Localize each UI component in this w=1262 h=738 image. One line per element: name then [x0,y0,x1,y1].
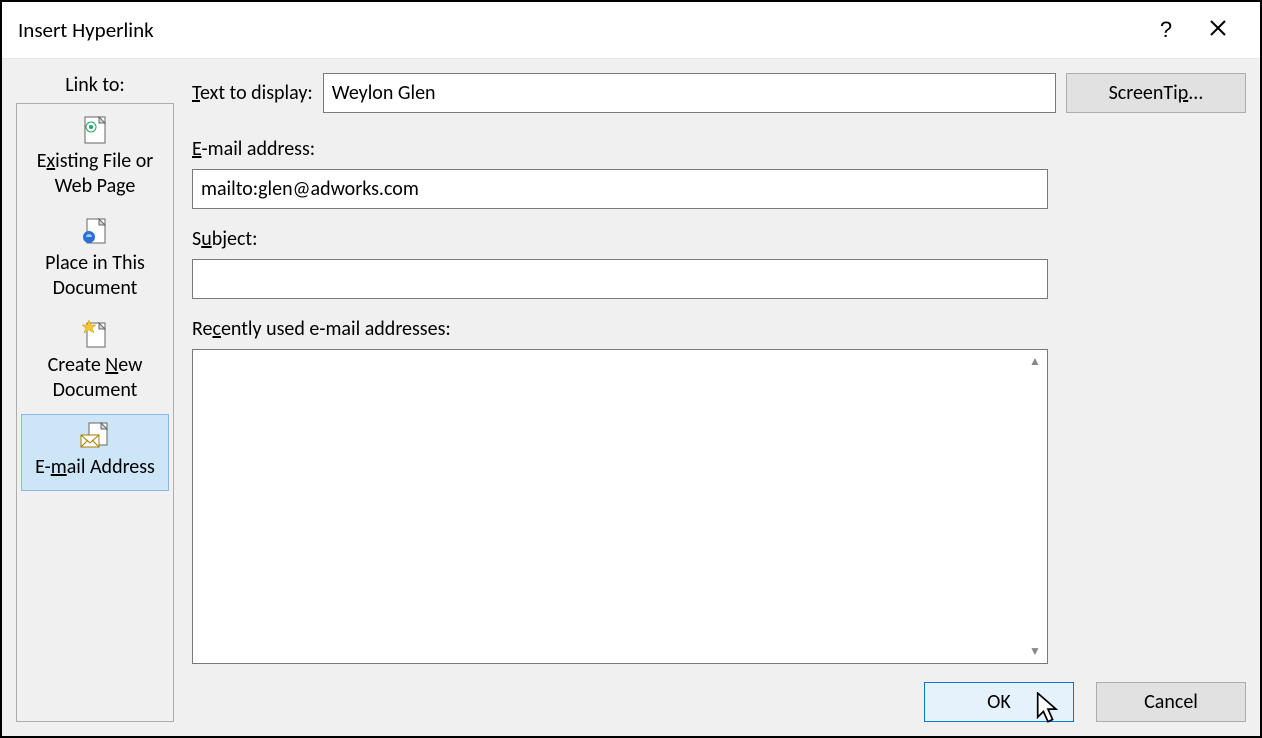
email-address-label: E-mail address: [192,137,1048,161]
right-side-spacer [1066,137,1246,664]
linkto-email-address[interactable]: E-mail Address [21,414,169,491]
email-address-input[interactable] [192,169,1048,209]
scroll-down-icon: ▼ [1029,644,1041,659]
create-new-icon [28,319,162,349]
existing-file-icon [28,115,162,145]
window-title: Insert Hyperlink [18,17,1140,43]
main-panel: Text to display: ScreenTip... E-mail add… [192,73,1246,722]
linkto-label: E-mail Address [28,455,162,480]
subject-input[interactable] [192,259,1048,299]
linkto-list: Existing File or Web Page [16,103,174,722]
linkto-header: Link to: [16,73,174,97]
close-button[interactable] [1192,10,1244,50]
linkto-existing-file[interactable]: Existing File or Web Page [21,108,169,210]
place-in-doc-icon [28,217,162,247]
help-button[interactable]: ? [1140,10,1192,50]
subject-label: Subject: [192,227,1048,251]
email-address-group: E-mail address: [192,137,1048,209]
ok-button[interactable]: OK [924,682,1074,722]
client-area: Link to: Existing File or [2,58,1260,736]
linkto-place-in-doc[interactable]: Place in This Document [21,210,169,312]
scroll-up-icon: ▲ [1029,354,1041,369]
titlebar: Insert Hyperlink ? [2,2,1260,58]
text-to-display-input[interactable] [323,73,1056,113]
text-to-display-label: Text to display: [192,81,313,105]
linkto-label: Existing File or Web Page [28,149,162,199]
dialog-footer: OK Cancel [192,664,1246,722]
linkto-label: Create New Document [28,353,162,403]
help-icon: ? [1160,17,1172,43]
recent-addresses-list[interactable]: ▲ ▼ [192,349,1048,664]
linkto-panel: Link to: Existing File or [16,73,174,722]
cancel-button[interactable]: Cancel [1096,682,1246,722]
close-icon [1209,17,1227,43]
scrollbar[interactable]: ▲ ▼ [1023,350,1047,663]
linkto-create-new[interactable]: Create New Document [21,312,169,414]
linkto-label: Place in This Document [28,251,162,301]
recent-label: Recently used e-mail addresses: [192,317,1048,341]
email-address-icon [28,421,162,451]
screentip-button[interactable]: ScreenTip... [1066,73,1246,113]
insert-hyperlink-dialog: Insert Hyperlink ? Link to: [0,0,1262,738]
subject-group: Subject: [192,227,1048,299]
